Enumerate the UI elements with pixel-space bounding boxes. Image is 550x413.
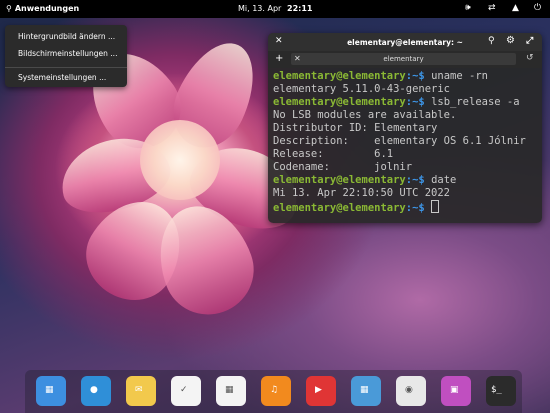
prompt-user: elementary@elementary: [273, 202, 406, 214]
search-icon[interactable]: ⚲: [488, 36, 495, 46]
output-line: Description: elementary OS 6.1 Jólnir: [273, 135, 526, 147]
output-line: Distributor ID: Elementary: [273, 122, 438, 134]
output-line: No LSB modules are available.: [273, 109, 457, 121]
video-icon: ▶: [315, 385, 322, 395]
dock-item-system-settings[interactable]: ◉: [396, 376, 426, 406]
desktop-context-menu: Hintergrundbild ändern ... Bildschirmein…: [5, 25, 127, 87]
maximize-icon[interactable]: ⤢: [526, 36, 533, 46]
dock-item-photos[interactable]: ▦: [351, 376, 381, 406]
command-text: uname -rn: [431, 70, 488, 82]
applications-label: Anwendungen: [14, 4, 80, 13]
tab-bar: + ✕ elementary ↺: [268, 51, 542, 68]
prompt-path: :~$: [405, 174, 432, 186]
dock-item-terminal[interactable]: $_: [486, 376, 516, 406]
dock-item-tasks[interactable]: ✓: [171, 376, 201, 406]
notifications-icon[interactable]: ▲: [512, 3, 519, 13]
search-icon: ⚲: [6, 4, 12, 13]
menu-item-display-settings[interactable]: Bildschirmeinstellungen ...: [18, 49, 117, 58]
terminal-titlebar[interactable]: ✕ elementary@elementary: ~ ⚲ ⚙ ⤢: [268, 33, 542, 51]
dock-item-calendar[interactable]: ▦: [216, 376, 246, 406]
command-text: lsb_release -a: [431, 96, 520, 108]
dock-item-mail[interactable]: ✉: [126, 376, 156, 406]
dock-item-appcenter[interactable]: ▣: [441, 376, 471, 406]
menu-item-change-wallpaper[interactable]: Hintergrundbild ändern ...: [18, 32, 115, 41]
date-label[interactable]: Mi, 13. Apr: [238, 4, 281, 13]
network-icon[interactable]: ⇄: [488, 3, 496, 13]
command-text: date: [431, 174, 457, 186]
dock-item-multitasking-view[interactable]: ▦: [36, 376, 66, 406]
prompt-user: elementary@elementary: [273, 174, 406, 186]
terminal-line: elementary@elementary:~$ uname -rn: [273, 70, 526, 83]
dock-item-videos[interactable]: ▶: [306, 376, 336, 406]
prompt-user: elementary@elementary: [273, 70, 406, 82]
prompt-path: :~$: [405, 202, 432, 214]
terminal-window: ✕ elementary@elementary: ~ ⚲ ⚙ ⤢ + ✕ ele…: [268, 33, 542, 223]
volume-icon[interactable]: 🕪: [465, 3, 471, 13]
time-label[interactable]: 22:11: [287, 4, 312, 13]
dock-item-web-browser[interactable]: ●: [81, 376, 111, 406]
terminal-icon: $_: [491, 385, 502, 395]
menu-separator: [5, 67, 127, 68]
prompt-path: :~$: [405, 96, 432, 108]
gear-icon[interactable]: ⚙: [506, 35, 515, 46]
appcenter-icon: ▣: [450, 385, 459, 395]
tab-elementary[interactable]: ✕ elementary: [291, 53, 516, 65]
terminal-output[interactable]: elementary@elementary:~$ uname -rn elemen…: [273, 70, 526, 215]
photos-icon: ▦: [360, 385, 369, 395]
tab-label: elementary: [383, 55, 424, 63]
tasks-icon: ✓: [180, 385, 188, 395]
output-line: Mi 13. Apr 22:10:50 UTC 2022: [273, 187, 451, 199]
output-line: Codename: jolnir: [273, 161, 413, 173]
applications-menu-button[interactable]: ⚲ Anwendungen: [6, 4, 79, 13]
terminal-line: elementary@elementary:~$ date: [273, 174, 526, 187]
output-line: Release: 6.1: [273, 148, 394, 160]
prompt-path: :~$: [405, 70, 432, 82]
menu-item-system-settings[interactable]: Systemeinstellungen ...: [18, 73, 106, 82]
terminal-line: elementary@elementary:~$ lsb_release -a: [273, 96, 526, 109]
power-icon[interactable]: ⏻: [534, 3, 541, 13]
toggle-icon: ◉: [405, 385, 413, 395]
multitasking-icon: ▦: [45, 385, 54, 395]
calendar-icon: ▦: [225, 385, 234, 395]
new-tab-icon[interactable]: +: [275, 53, 283, 64]
prompt-user: elementary@elementary: [273, 96, 406, 108]
terminal-line: elementary@elementary:~$: [273, 200, 526, 215]
music-icon: ♫: [270, 385, 279, 395]
globe-icon: ●: [90, 385, 98, 395]
window-title: elementary@elementary: ~: [347, 38, 463, 47]
dock-item-music[interactable]: ♫: [261, 376, 291, 406]
mail-icon: ✉: [135, 385, 143, 395]
cursor: [431, 200, 440, 213]
history-icon[interactable]: ↺: [526, 53, 534, 63]
top-panel: ⚲ Anwendungen Mi, 13. Apr 22:11 🕪 ⇄ ▲ ⏻: [0, 0, 550, 18]
output-line: elementary 5.11.0-43-generic: [273, 83, 451, 95]
